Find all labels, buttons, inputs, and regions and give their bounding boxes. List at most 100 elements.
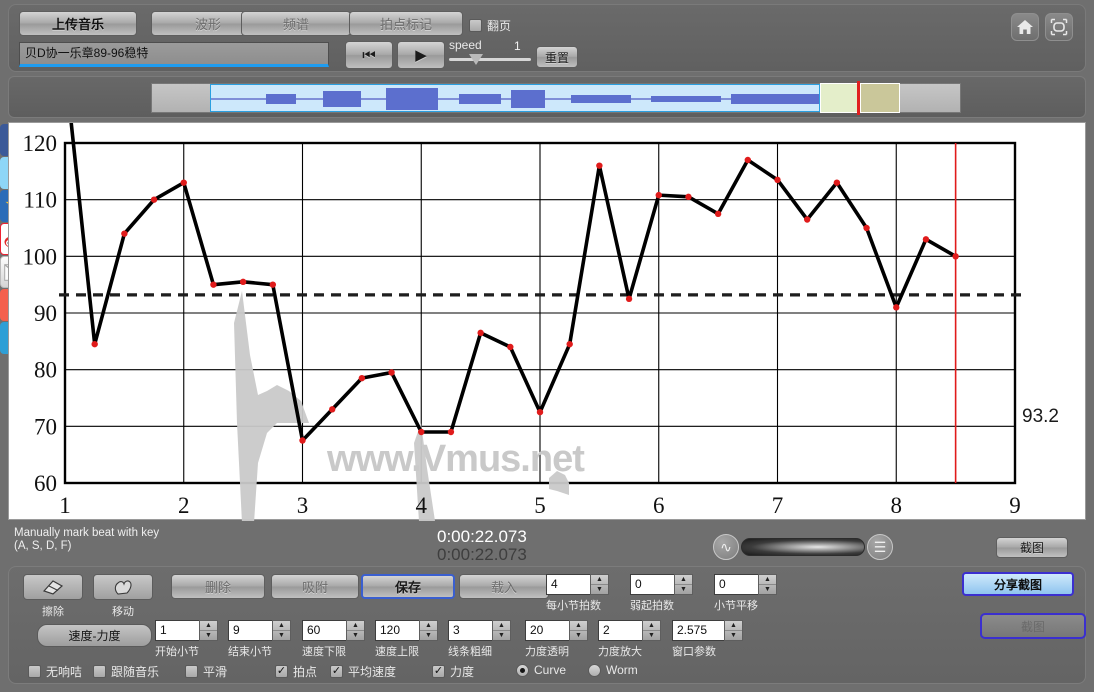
checkbox-no-chord-box[interactable] (28, 665, 41, 678)
spinner-start-bar-arrows[interactable]: ▲ ▼ (199, 620, 218, 641)
share-screenshot-button[interactable]: 分享截图 (962, 572, 1074, 596)
tempo-data-point[interactable] (893, 304, 900, 311)
spinner-window-param[interactable]: 2.575 ▲ ▼ (672, 620, 743, 641)
spinner-beats-per-bar-up-icon[interactable]: ▲ (591, 575, 608, 585)
radio-curve-box[interactable] (516, 663, 529, 677)
spinner-dynamics-opacity-up-icon[interactable]: ▲ (570, 621, 587, 631)
radio-worm[interactable]: Worm (588, 663, 638, 677)
spinner-dynamics-zoom-arrows[interactable]: ▲ ▼ (642, 620, 661, 641)
spinner-beats-per-bar-down-icon[interactable]: ▼ (591, 585, 608, 594)
spinner-pickup-beats-value[interactable]: 0 (630, 574, 674, 595)
tempo-data-point[interactable] (91, 340, 98, 348)
spinner-dynamics-opacity-arrows[interactable]: ▲ ▼ (569, 620, 588, 641)
spinner-tempo-max-value[interactable]: 120 (375, 620, 419, 641)
tempo-data-point[interactable] (180, 179, 187, 186)
spinner-start-bar-down-icon[interactable]: ▼ (200, 631, 217, 640)
spinner-beats-per-bar[interactable]: 4 ▲ ▼ (546, 574, 609, 595)
waveform-track[interactable] (151, 81, 961, 115)
spinner-tempo-min-up-icon[interactable]: ▲ (347, 621, 364, 631)
tempo-data-point[interactable] (952, 253, 959, 260)
spinner-dynamics-zoom-up-icon[interactable]: ▲ (643, 621, 660, 631)
waveform-dense-icon[interactable]: ☰ (867, 534, 893, 560)
tempo-data-point[interactable] (507, 343, 514, 351)
tempo-data-point[interactable] (625, 295, 633, 303)
skip-back-button[interactable]: ⏮ (345, 41, 393, 69)
tempo-data-point[interactable] (536, 408, 544, 416)
tempo-data-point[interactable] (744, 156, 752, 164)
radio-worm-box[interactable] (588, 663, 601, 677)
fullscreen-button[interactable] (1045, 13, 1073, 41)
tempo-data-point[interactable] (833, 179, 841, 186)
tempo-chart-panel[interactable]: 60 70 80 90 100 110 120 1 2 3 4 5 6 7 8 9 www.Vmus.net … (8, 122, 1086, 521)
spinner-line-thickness-value[interactable]: 3 (448, 620, 492, 641)
spinner-tempo-min[interactable]: 60 ▲ ▼ (302, 620, 365, 641)
move-tool-button[interactable] (93, 574, 153, 600)
spinner-start-bar-up-icon[interactable]: ▲ (200, 621, 217, 631)
tempo-data-point[interactable] (299, 437, 306, 444)
checkbox-dynamics[interactable]: ✓ 力度 (432, 663, 474, 680)
checkbox-average-tempo[interactable]: ✓ 平均速度 (330, 663, 396, 680)
tempo-data-point[interactable] (388, 369, 395, 376)
flip-page-checkbox[interactable]: 翻页 (469, 17, 511, 34)
spinner-end-bar-value[interactable]: 9 (228, 620, 272, 641)
tempo-data-point[interactable] (655, 191, 662, 199)
upload-music-button[interactable]: 上传音乐 (19, 11, 137, 36)
checkbox-beats-box[interactable]: ✓ (275, 665, 288, 678)
spectrum-button[interactable]: 频谱 (241, 11, 351, 36)
checkbox-smooth-box[interactable] (185, 665, 198, 678)
spinner-tempo-max-up-icon[interactable]: ▲ (420, 621, 437, 631)
tempo-data-point[interactable] (210, 281, 217, 288)
share-screenshot-secondary-button[interactable]: 截图 (980, 613, 1086, 639)
spinner-window-param-arrows[interactable]: ▲ ▼ (724, 620, 743, 641)
delete-button[interactable]: 删除 (171, 574, 265, 599)
spinner-tempo-min-down-icon[interactable]: ▼ (347, 631, 364, 640)
home-button[interactable] (1011, 13, 1039, 41)
spinner-pickup-beats-down-icon[interactable]: ▼ (675, 585, 692, 594)
song-title-input[interactable]: 贝D协一乐章89-96稳特 (19, 42, 329, 67)
tempo-data-point[interactable] (803, 216, 811, 223)
spinner-line-thickness-up-icon[interactable]: ▲ (493, 621, 510, 631)
tempo-data-point[interactable] (447, 428, 455, 436)
spinner-dynamics-opacity-down-icon[interactable]: ▼ (570, 631, 587, 640)
tempo-data-point[interactable] (922, 236, 930, 243)
waveform-loop-start-marker[interactable] (820, 83, 858, 113)
checkbox-dynamics-box[interactable]: ✓ (432, 665, 445, 678)
spinner-start-bar-value[interactable]: 1 (155, 620, 199, 641)
spinner-dynamics-opacity[interactable]: 20 ▲ ▼ (525, 620, 588, 641)
checkbox-follow-music-box[interactable] (93, 665, 106, 678)
spinner-end-bar-arrows[interactable]: ▲ ▼ (272, 620, 291, 641)
spinner-window-param-down-icon[interactable]: ▼ (725, 631, 742, 640)
waveform-smooth-icon[interactable]: ∿ (713, 534, 739, 560)
spinner-window-param-up-icon[interactable]: ▲ (725, 621, 742, 631)
spinner-tempo-max[interactable]: 120 ▲ ▼ (375, 620, 438, 641)
spinner-pickup-beats[interactable]: 0 ▲ ▼ (630, 574, 693, 595)
waveform-zoom-slider[interactable]: ∿ ☰ (713, 534, 893, 560)
spinner-pickup-beats-arrows[interactable]: ▲ ▼ (674, 574, 693, 595)
flip-page-checkbox-box[interactable] (469, 19, 482, 32)
eraser-tool-button[interactable] (23, 574, 83, 600)
spinner-pickup-beats-up-icon[interactable]: ▲ (675, 575, 692, 585)
spinner-tempo-max-down-icon[interactable]: ▼ (420, 631, 437, 640)
spinner-line-thickness[interactable]: 3 ▲ ▼ (448, 620, 511, 641)
speed-slider-knob[interactable] (469, 54, 483, 65)
spinner-window-param-value[interactable]: 2.575 (672, 620, 724, 641)
spinner-end-bar[interactable]: 9 ▲ ▼ (228, 620, 291, 641)
tempo-data-point[interactable] (714, 210, 722, 218)
waveform-playhead[interactable] (857, 81, 860, 115)
spinner-dynamics-zoom-value[interactable]: 2 (598, 620, 642, 641)
tempo-data-point[interactable] (269, 281, 277, 288)
spinner-dynamics-zoom-down-icon[interactable]: ▼ (643, 631, 660, 640)
beat-mark-button[interactable]: 拍点标记 (349, 11, 463, 36)
snap-button[interactable]: 吸附 (271, 574, 359, 599)
checkbox-smooth[interactable]: 平滑 (185, 663, 227, 680)
spinner-start-bar[interactable]: 1 ▲ ▼ (155, 620, 218, 641)
speed-dynamics-button[interactable]: 速度-力度 (37, 624, 152, 647)
tempo-data-point[interactable] (121, 230, 128, 237)
tempo-data-point[interactable] (863, 224, 870, 232)
spinner-beats-per-bar-arrows[interactable]: ▲ ▼ (590, 574, 609, 595)
tempo-data-point[interactable] (150, 196, 158, 203)
spinner-bar-shift-arrows[interactable]: ▲ ▼ (758, 574, 777, 595)
tempo-data-point[interactable] (685, 193, 692, 201)
spinner-line-thickness-down-icon[interactable]: ▼ (493, 631, 510, 640)
spinner-bar-shift-value[interactable]: 0 (714, 574, 758, 595)
